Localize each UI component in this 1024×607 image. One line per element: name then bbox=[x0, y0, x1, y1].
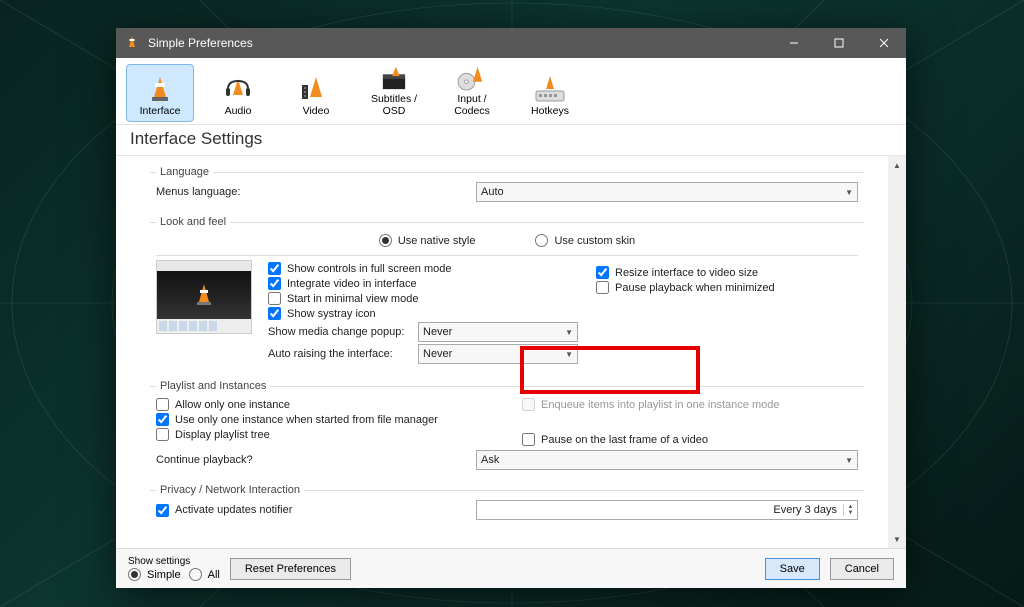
clapper-cone-icon bbox=[378, 65, 410, 91]
group-playlist-title: Playlist and Instances bbox=[156, 380, 270, 392]
film-cone-icon bbox=[300, 75, 332, 103]
dialog-footer: Show settings Simple All Reset Preferenc… bbox=[116, 548, 906, 588]
minimize-button[interactable] bbox=[771, 28, 816, 58]
chevron-down-icon: ▼ bbox=[845, 188, 853, 197]
menus-language-select[interactable]: Auto ▼ bbox=[476, 182, 858, 202]
radio-custom-label: Use custom skin bbox=[554, 235, 635, 247]
chk-resize-interface[interactable]: Resize interface to video size bbox=[596, 266, 858, 279]
preferences-window: Simple Preferences Interface Audio Video… bbox=[116, 28, 906, 588]
tab-audio-label: Audio bbox=[225, 105, 252, 117]
chk-pause-minimized[interactable]: Pause playback when minimized bbox=[596, 281, 858, 294]
radio-native-style[interactable]: Use native style bbox=[379, 234, 476, 247]
tab-audio[interactable]: Audio bbox=[204, 64, 272, 122]
settings-content: Language Menus language: Auto ▼ Look and… bbox=[116, 156, 888, 548]
tab-interface-label: Interface bbox=[140, 105, 181, 117]
scroll-down-icon[interactable]: ▼ bbox=[893, 530, 901, 548]
cone-icon bbox=[144, 75, 176, 103]
vertical-scrollbar[interactable]: ▲ ▼ bbox=[888, 156, 906, 548]
chk-pause-last-frame[interactable]: Pause on the last frame of a video bbox=[522, 433, 858, 446]
radio-on-icon bbox=[128, 568, 141, 581]
titlebar[interactable]: Simple Preferences bbox=[116, 28, 906, 58]
tab-video[interactable]: Video bbox=[282, 64, 350, 122]
radio-on-icon bbox=[379, 234, 392, 247]
menus-language-value: Auto bbox=[481, 186, 504, 198]
reset-preferences-button[interactable]: Reset Preferences bbox=[230, 558, 351, 580]
save-button[interactable]: Save bbox=[765, 558, 820, 580]
tab-video-label: Video bbox=[303, 105, 330, 117]
group-language-title: Language bbox=[156, 166, 213, 178]
chk-fullscreen-controls[interactable]: Show controls in full screen mode bbox=[268, 262, 578, 275]
cone-icon bbox=[189, 280, 219, 310]
radio-native-label: Use native style bbox=[398, 235, 476, 247]
maximize-button[interactable] bbox=[816, 28, 861, 58]
group-privacy: Privacy / Network Interaction Activate u… bbox=[150, 484, 864, 526]
continue-playback-label: Continue playback? bbox=[156, 454, 476, 466]
group-language: Language Menus language: Auto ▼ bbox=[150, 166, 864, 208]
tab-input-codecs[interactable]: Input / Codecs bbox=[438, 64, 506, 122]
chk-systray-icon[interactable]: Show systray icon bbox=[268, 307, 578, 320]
group-look-title: Look and feel bbox=[156, 216, 230, 228]
chevron-down-icon[interactable]: ▼ bbox=[844, 510, 857, 516]
chk-one-instance-filemgr[interactable]: Use only one instance when started from … bbox=[156, 413, 492, 426]
chk-updates-notifier[interactable]: Activate updates notifier bbox=[156, 504, 476, 517]
radio-simple[interactable]: Simple bbox=[128, 568, 181, 581]
tab-hotkeys-label: Hotkeys bbox=[531, 105, 569, 117]
page-title: Interface Settings bbox=[116, 124, 906, 156]
tab-hotkeys[interactable]: Hotkeys bbox=[516, 64, 584, 122]
chevron-down-icon: ▼ bbox=[565, 328, 573, 337]
tab-interface[interactable]: Interface bbox=[126, 64, 194, 122]
radio-custom-skin[interactable]: Use custom skin bbox=[535, 234, 635, 247]
headphones-cone-icon bbox=[222, 75, 254, 103]
group-look-and-feel: Look and feel Use native style Use custo… bbox=[150, 216, 864, 372]
vlc-app-icon bbox=[124, 35, 140, 51]
cancel-button[interactable]: Cancel bbox=[830, 558, 894, 580]
chk-playlist-tree[interactable]: Display playlist tree bbox=[156, 428, 492, 441]
chk-integrate-video[interactable]: Integrate video in interface bbox=[268, 277, 578, 290]
updates-interval-spinner[interactable]: Every 3 days ▲▼ bbox=[476, 500, 858, 520]
tab-input-codecs-label: Input / Codecs bbox=[439, 93, 505, 117]
category-tabs: Interface Audio Video Subtitles / OSD In… bbox=[116, 58, 906, 124]
auto-raise-select[interactable]: Never▼ bbox=[418, 344, 578, 364]
show-settings-group: Show settings Simple All bbox=[128, 556, 220, 581]
chevron-down-icon: ▼ bbox=[565, 350, 573, 359]
auto-raise-label: Auto raising the interface: bbox=[268, 348, 418, 360]
keyboard-cone-icon bbox=[534, 75, 566, 103]
chk-enqueue-items: Enqueue items into playlist in one insta… bbox=[522, 398, 858, 411]
disc-cone-icon bbox=[456, 65, 488, 91]
radio-all[interactable]: All bbox=[189, 568, 220, 581]
radio-off-icon bbox=[535, 234, 548, 247]
updates-interval-value: Every 3 days bbox=[477, 504, 843, 516]
tab-subtitles[interactable]: Subtitles / OSD bbox=[360, 64, 428, 122]
chk-minimal-view[interactable]: Start in minimal view mode bbox=[268, 292, 578, 305]
window-title: Simple Preferences bbox=[148, 36, 771, 50]
group-playlist: Playlist and Instances Allow only one in… bbox=[150, 380, 864, 476]
close-button[interactable] bbox=[861, 28, 906, 58]
interface-preview-thumbnail bbox=[156, 260, 252, 334]
media-popup-select[interactable]: Never▼ bbox=[418, 322, 578, 342]
scroll-up-icon[interactable]: ▲ bbox=[893, 156, 901, 174]
show-settings-label: Show settings bbox=[128, 556, 216, 567]
tab-subtitles-label: Subtitles / OSD bbox=[361, 93, 427, 117]
continue-playback-select[interactable]: Ask▼ bbox=[476, 450, 858, 470]
media-popup-label: Show media change popup: bbox=[268, 326, 418, 338]
chevron-down-icon: ▼ bbox=[845, 456, 853, 465]
menus-language-label: Menus language: bbox=[156, 186, 476, 198]
group-privacy-title: Privacy / Network Interaction bbox=[156, 484, 304, 496]
radio-off-icon bbox=[189, 568, 202, 581]
chk-one-instance[interactable]: Allow only one instance bbox=[156, 398, 492, 411]
